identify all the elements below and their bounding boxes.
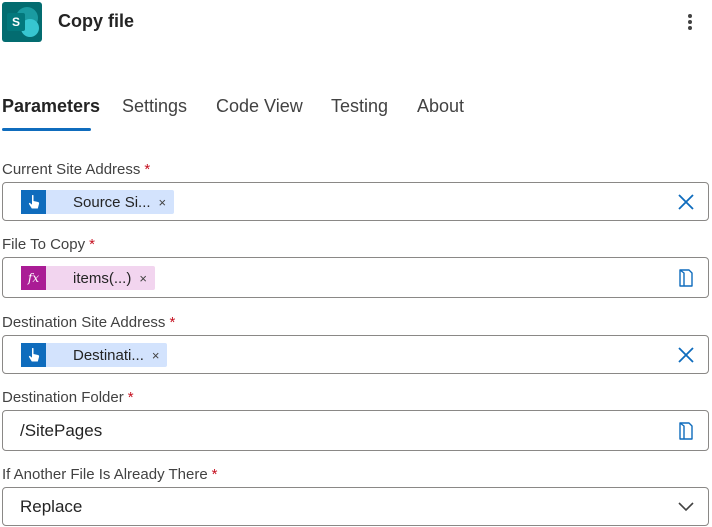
required-mark: * <box>144 161 151 178</box>
required-mark: * <box>211 466 218 483</box>
tab-code-view[interactable]: Code View <box>216 96 303 117</box>
tab-bar: Parameters Settings Code View Testing Ab… <box>0 92 712 134</box>
folder-picker-icon[interactable] <box>676 421 696 441</box>
current-site-label-text: Current Site Address <box>2 161 141 178</box>
current-site-field[interactable]: Source Si... × <box>2 182 709 221</box>
file-to-copy-label: File To Copy * <box>2 236 95 253</box>
required-mark: * <box>127 389 134 406</box>
file-to-copy-field[interactable]: fx items(...) × <box>2 257 709 298</box>
if-exists-selected-value: Replace <box>20 497 83 516</box>
action-header: S Copy file <box>0 0 712 46</box>
manual-trigger-icon <box>21 190 46 214</box>
sharepoint-icon: S <box>2 2 42 42</box>
chevron-down-icon[interactable] <box>676 498 696 516</box>
sharepoint-icon-letter: S <box>7 13 25 31</box>
token-remove-icon[interactable]: × <box>159 195 175 210</box>
items-expression-token-text: items(...) <box>73 269 132 287</box>
destination-site-field[interactable]: Destinati... × <box>2 335 709 374</box>
source-site-token[interactable]: Source Si... × <box>21 190 175 214</box>
token-remove-icon[interactable]: × <box>139 271 155 286</box>
clear-icon[interactable] <box>676 192 696 212</box>
manual-trigger-icon <box>21 343 46 367</box>
destination-folder-label-text: Destination Folder <box>2 389 124 406</box>
required-mark: * <box>89 236 95 253</box>
folder-picker-icon[interactable] <box>676 268 696 288</box>
items-expression-token[interactable]: fx items(...) × <box>21 266 155 290</box>
tab-testing[interactable]: Testing <box>331 96 388 117</box>
tab-parameters[interactable]: Parameters <box>2 96 100 117</box>
required-mark: * <box>169 314 176 331</box>
destination-site-token-text: Destinati... <box>73 346 144 364</box>
source-site-token-text: Source Si... <box>73 193 151 211</box>
destination-folder-field[interactable]: /SitePages <box>2 410 709 451</box>
current-site-label: Current Site Address * <box>2 161 150 178</box>
more-vertical-icon[interactable] <box>678 8 702 36</box>
clear-icon[interactable] <box>676 345 696 365</box>
token-remove-icon[interactable]: × <box>152 348 168 363</box>
destination-folder-value[interactable]: /SitePages <box>20 421 102 441</box>
tab-settings[interactable]: Settings <box>122 96 187 117</box>
destination-site-label: Destination Site Address * <box>2 314 175 331</box>
expression-icon: fx <box>21 266 46 290</box>
if-exists-dropdown[interactable]: Replace <box>2 487 709 526</box>
tab-about[interactable]: About <box>417 96 464 117</box>
action-title: Copy file <box>58 11 135 31</box>
if-exists-label: If Another File Is Already There * <box>2 466 218 483</box>
if-exists-label-text: If Another File Is Already There <box>2 466 208 483</box>
active-tab-indicator <box>2 128 91 131</box>
destination-site-token[interactable]: Destinati... × <box>21 343 168 367</box>
destination-folder-label: Destination Folder * <box>2 389 134 406</box>
file-to-copy-label-text: File To Copy <box>2 236 86 253</box>
destination-site-label-text: Destination Site Address <box>2 314 166 331</box>
